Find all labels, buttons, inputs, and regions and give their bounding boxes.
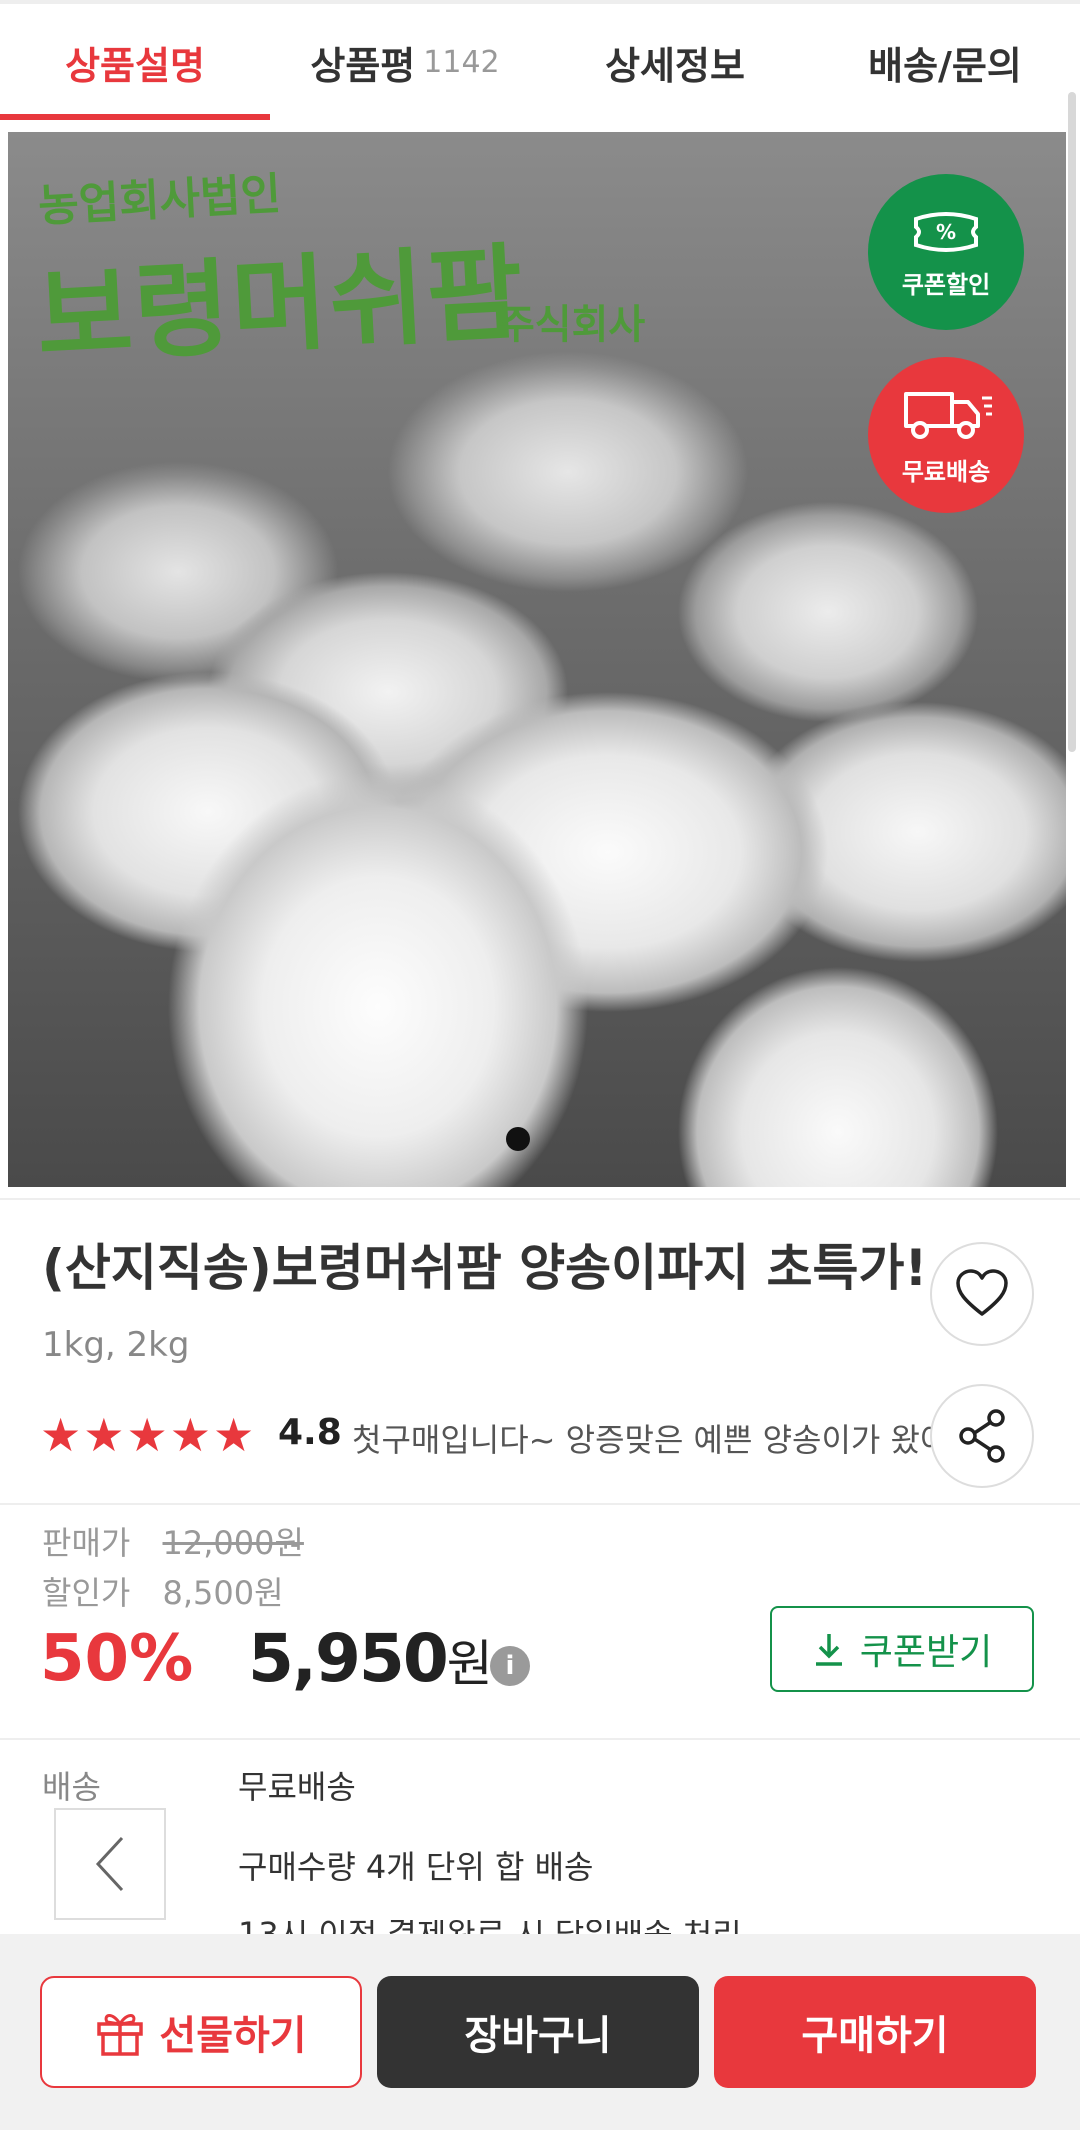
discount-rate: 50% <box>40 1622 194 1696</box>
share-button[interactable] <box>930 1384 1034 1488</box>
delivery-bundle-rule: 구매수량 4개 단위 합 배송 <box>238 1848 594 1886</box>
sale-price-value: 12,000원 <box>162 1524 304 1562</box>
heart-icon <box>956 1269 1008 1316</box>
tab-reviews[interactable]: 상품평 1142 <box>270 4 540 120</box>
star-icon: ★ <box>213 1408 255 1462</box>
truck-icon <box>904 391 992 439</box>
star-rating: ★ ★ ★ ★ ★ <box>40 1410 254 1460</box>
final-price: 5,950원 <box>248 1620 493 1697</box>
gift-label: 선물하기 <box>159 2013 307 2059</box>
divider <box>0 1503 1080 1505</box>
brand-corp: 주식회사 <box>498 301 646 348</box>
brand-name: 보령머쉬팜 <box>33 230 528 379</box>
free-shipping-badge: 무료배송 <box>868 357 1024 513</box>
coupon-percent-symbol: % <box>936 220 956 244</box>
star-icon: ★ <box>169 1408 211 1462</box>
coupon-discount-label: 쿠폰할인 <box>901 270 991 299</box>
star-icon: ★ <box>83 1408 125 1462</box>
star-icon: ★ <box>40 1408 82 1462</box>
final-price-number: 5,950 <box>248 1620 449 1697</box>
cart-button[interactable]: 장바구니 <box>377 1976 699 2088</box>
product-image[interactable]: 농업회사법인 보령머쉬팜 주식회사 % 쿠폰할인 무료배송 <box>8 132 1066 1187</box>
product-options: 1kg, 2kg <box>42 1325 190 1365</box>
carousel-indicator[interactable] <box>506 1127 530 1151</box>
tab-shipping-inquiry[interactable]: 배송/문의 <box>810 4 1080 120</box>
bottom-action-bar: 선물하기 장바구니 구매하기 <box>0 1934 1080 2130</box>
gift-button[interactable]: 선물하기 <box>40 1976 362 2088</box>
tab-bar: 상품설명 상품평 1142 상세정보 배송/문의 <box>0 0 1080 120</box>
wishlist-button[interactable] <box>930 1242 1034 1346</box>
rating-score: 4.8 <box>278 1412 342 1453</box>
buy-label: 구매하기 <box>801 2013 949 2059</box>
product-title: (산지직송)보령머쉬팜 양송이파지 초특가! <box>42 1239 928 1297</box>
divider <box>0 1738 1080 1740</box>
back-button[interactable] <box>54 1808 166 1920</box>
tab-reviews-label: 상품평 <box>310 43 416 88</box>
coupon-ticket-icon: % <box>914 211 978 252</box>
tab-details[interactable]: 상세정보 <box>540 4 810 120</box>
tab-description-label: 상품설명 <box>65 43 205 88</box>
sale-price-row: 판매가 12,000원 <box>42 1518 304 1564</box>
coupon-download-button[interactable]: 쿠폰받기 <box>770 1606 1034 1692</box>
tab-description[interactable]: 상품설명 <box>0 4 270 120</box>
chevron-left-icon <box>95 1836 124 1892</box>
scrollbar[interactable] <box>1068 92 1076 752</box>
free-shipping-label: 무료배송 <box>901 457 991 486</box>
coupon-download-label: 쿠폰받기 <box>859 1632 993 1673</box>
buy-button[interactable]: 구매하기 <box>714 1976 1036 2088</box>
gift-icon <box>97 2014 144 2056</box>
info-icon[interactable]: i <box>490 1646 530 1686</box>
review-count: 1142 <box>423 44 500 80</box>
discount-price-row: 할인가 8,500원 <box>42 1568 284 1614</box>
review-snippet[interactable]: 첫구매입니다~ 앙증맞은 예쁜 양송이가 왔어 <box>352 1415 949 1461</box>
cart-label: 장바구니 <box>464 2013 612 2059</box>
coupon-discount-badge: % 쿠폰할인 <box>868 174 1024 330</box>
discount-price-label: 할인가 <box>42 1574 131 1612</box>
star-icon: ★ <box>126 1408 168 1462</box>
divider <box>0 1198 1080 1200</box>
discount-price-value: 8,500원 <box>162 1574 284 1612</box>
final-price-unit: 원 <box>446 1635 493 1693</box>
sale-price-label: 판매가 <box>42 1524 131 1562</box>
share-icon <box>959 1409 1005 1463</box>
tab-details-label: 상세정보 <box>605 43 745 88</box>
delivery-label: 배송 <box>42 1768 101 1806</box>
delivery-cutoff: 13시 이전 결제완료 시 당일배송 처리 <box>238 1920 742 1934</box>
tab-shipping-inquiry-label: 배송/문의 <box>868 43 1022 88</box>
delivery-fee: 무료배송 <box>238 1768 356 1806</box>
download-icon <box>815 1634 842 1666</box>
